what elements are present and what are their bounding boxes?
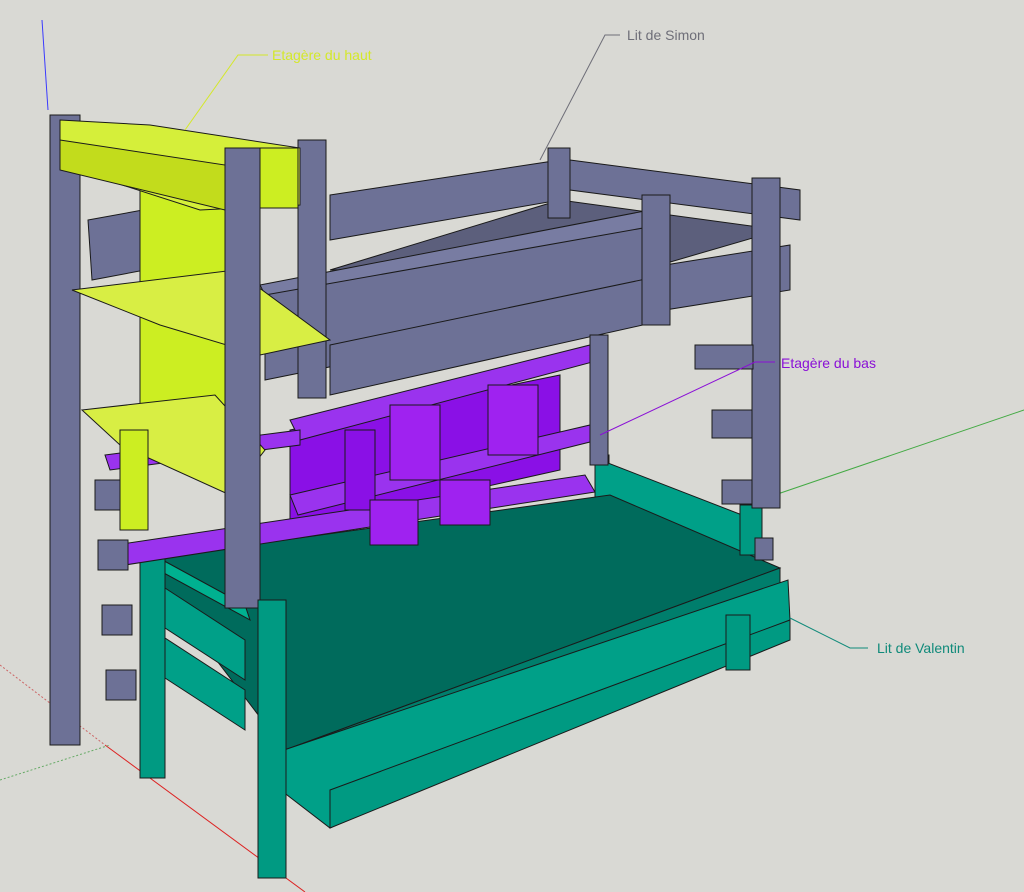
simon-post-front-mid [641, 194, 671, 326]
left-rung-2 [97, 539, 129, 571]
bottom-shelf-divider-5 [439, 479, 491, 526]
front-post-simon [224, 147, 261, 609]
valentin-leg-front-left [139, 549, 166, 779]
left-post-inner [297, 139, 327, 399]
callout-valentin-bed [789, 617, 868, 649]
ladder-rung-1 [694, 344, 754, 370]
axis-green [759, 409, 1024, 501]
bottom-shelf-divider-1 [344, 429, 376, 511]
ladder-rung-4 [754, 537, 774, 561]
ladder-rung-3 [721, 479, 753, 505]
simon-post-back [547, 147, 571, 219]
simon-post-right [751, 177, 781, 509]
front-posts [224, 147, 287, 879]
bottom-shelf-divider-4 [369, 499, 419, 546]
left-rung-3 [101, 604, 133, 636]
axis-blue [41, 19, 49, 111]
simon-post-mid-right [589, 334, 609, 466]
axis-green-dotted [0, 744, 111, 781]
sketchup-viewport: Etagère du haut Lit de Simon Etagère du … [0, 19, 1024, 892]
label-simon-bed: Lit de Simon [627, 27, 705, 43]
bottom-shelf-divider-3 [487, 384, 539, 456]
left-post-back [49, 114, 81, 746]
ladder-rung-2 [711, 409, 753, 439]
label-bottom-shelf: Etagère du bas [781, 355, 876, 371]
callout-simon-bed [539, 34, 620, 161]
front-post-valentin [257, 599, 287, 879]
valentin-leg-back-right [725, 614, 751, 671]
top-shelf-leg [119, 429, 149, 531]
left-rung-4 [105, 669, 137, 701]
callout-top-shelf [184, 54, 268, 131]
label-top-shelf: Etagère du haut [272, 47, 372, 63]
bottom-shelf-divider-2 [389, 404, 441, 481]
top-shelf-side [257, 147, 299, 209]
label-valentin-bed: Lit de Valentin [877, 640, 965, 656]
